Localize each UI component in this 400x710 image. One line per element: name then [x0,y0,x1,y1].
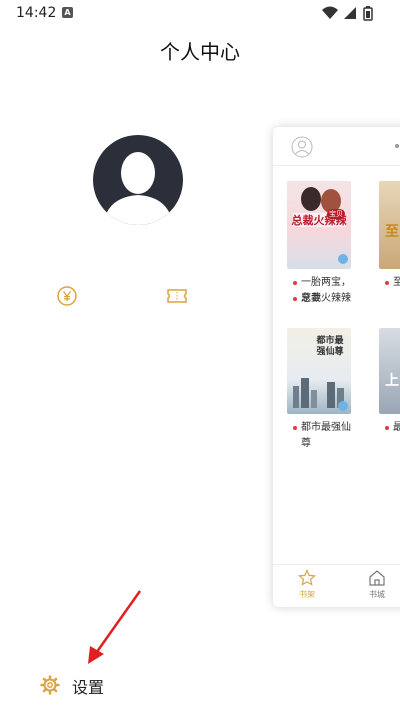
preview-header [273,127,400,166]
coin-icon[interactable] [56,285,78,307]
book-cover: 都市最强仙尊 [287,328,351,414]
book-title-line: 都市最强仙尊 [293,420,357,452]
preview-tab-bar: 书架 书城 [273,564,400,607]
book-cover: 上 [379,328,400,414]
tab-bookshelf[interactable]: 书架 [287,569,327,600]
book-cover: 总裁火辣辣 宝贝 [287,181,351,269]
notification-icon: A [62,7,73,18]
book-title-line: 至尊 [385,275,400,291]
book-title-line: 宠妻火辣辣 [293,291,351,307]
avatar[interactable] [93,135,183,225]
status-time: 14:42 [16,5,57,21]
header-dot [395,144,399,148]
tab-store[interactable]: 书城 [357,569,397,600]
settings-label: 设置 [72,678,105,697]
cover-badge: 宝贝 [327,209,345,219]
cover-title: 都市最强仙尊 [316,336,344,357]
annotation-arrow-icon [88,590,142,664]
tab-label: 书架 [299,590,315,599]
battery-icon [363,6,373,21]
ticket-icon[interactable] [166,286,188,306]
gear-icon [40,675,60,695]
system-status-icons [322,6,373,21]
app-preview-panel[interactable]: 总裁火辣辣 宝贝 一胎两宝，总裁 宠妻火辣辣 至 至尊 都市最强仙尊 都市最强仙… [273,127,400,607]
signal-icon [344,7,356,19]
tab-label: 书城 [369,590,385,599]
store-icon [369,570,385,586]
cover-title: 至 [385,224,399,240]
user-silhouette-icon [103,152,173,225]
page-title: 个人中心 [160,40,240,64]
book-title-line: 最强 [385,420,400,436]
bookshelf-icon [298,569,316,586]
user-icon[interactable] [291,136,313,158]
cover-title: 上 [385,373,399,389]
wifi-icon [322,6,338,19]
settings-button[interactable]: 设置 [40,673,160,697]
book-cover: 至 [379,181,400,269]
